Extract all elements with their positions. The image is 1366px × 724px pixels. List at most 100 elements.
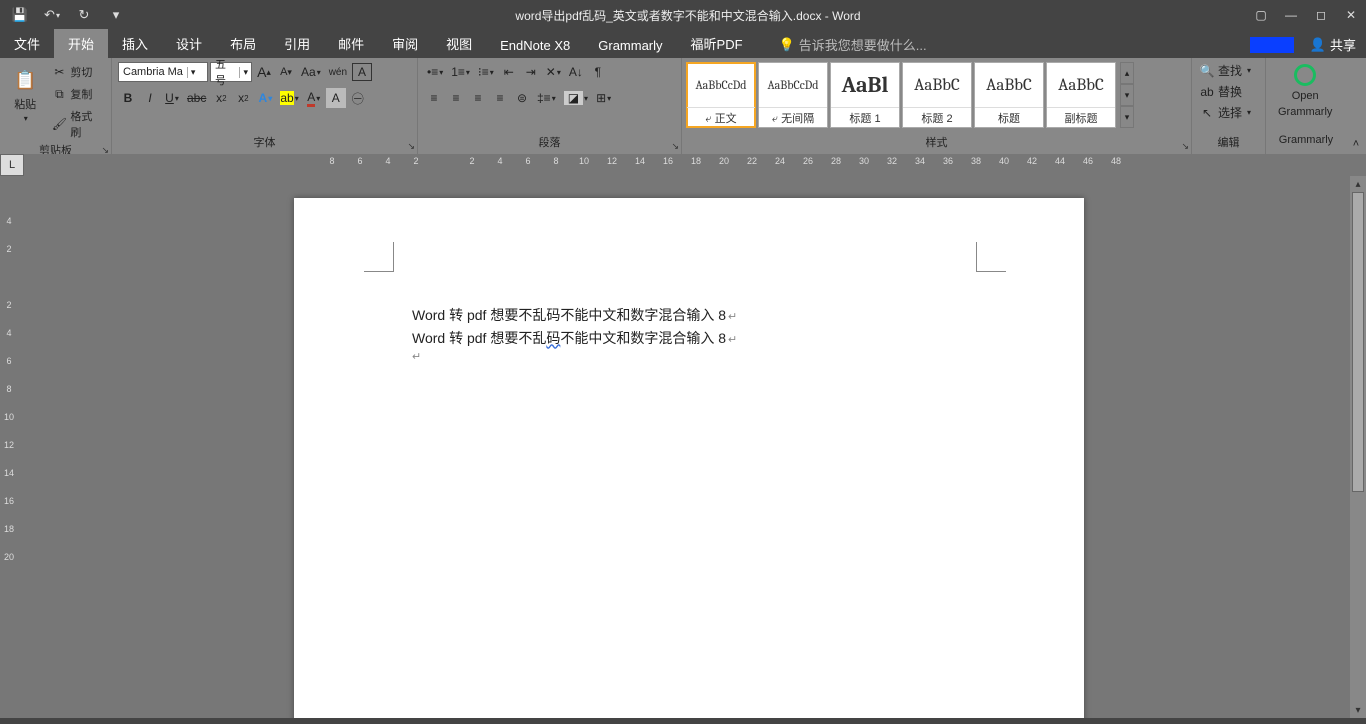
scroll-track[interactable]	[1350, 192, 1366, 702]
minimize-button[interactable]: —	[1276, 1, 1306, 29]
paragraph-1[interactable]: Word 转 pdf 想要不乱码不能中文和数字混合输入 8	[412, 304, 972, 327]
show-marks-button[interactable]: ¶	[588, 62, 608, 82]
borders-button[interactable]: ⊞▾	[593, 88, 614, 108]
text-effects-button[interactable]: A▾	[255, 88, 275, 108]
scroll-up-button[interactable]: ▴	[1350, 176, 1366, 192]
bullets-button[interactable]: •≡▾	[424, 62, 446, 82]
qat-customize[interactable]: ▾	[102, 1, 130, 29]
font-size-combo[interactable]: 五号▾	[210, 62, 252, 82]
ribbon-display-button[interactable]: ▢	[1246, 1, 1276, 29]
underline-button[interactable]: U▾	[162, 88, 182, 108]
shading-button[interactable]: ◪▾	[561, 88, 591, 108]
style-item-3[interactable]: AaBbC标题 2	[902, 62, 972, 128]
share-button[interactable]: 👤 共享	[1300, 31, 1366, 58]
tab-home[interactable]: 开始	[54, 29, 108, 58]
style-item-4[interactable]: AaBbC标题	[974, 62, 1044, 128]
find-label: 查找	[1218, 62, 1242, 79]
asian-layout-button[interactable]: ✕▾	[543, 62, 564, 82]
format-painter-button[interactable]: 🖌格式刷	[48, 106, 105, 142]
align-center-button[interactable]: ≡	[446, 88, 466, 108]
gallery-scroll-btn[interactable]: ▴	[1120, 62, 1134, 84]
chevron-down-icon[interactable]: ▾	[187, 67, 199, 78]
phonetic-guide-button[interactable]: wén	[326, 62, 350, 82]
tab-layout[interactable]: 布局	[216, 29, 270, 58]
paste-button[interactable]: 📋 粘贴 ▾	[6, 62, 44, 132]
tab-foxit[interactable]: 福昕PDF	[677, 29, 757, 58]
subscript-button[interactable]: x2	[211, 88, 231, 108]
copy-button[interactable]: ⧉复制	[48, 84, 105, 104]
vertical-ruler[interactable]: 422468101214161820	[0, 176, 24, 718]
font-name-value: Cambria Ma	[119, 66, 187, 78]
style-item-1[interactable]: AaBbCcDd⤶ 无间隔	[758, 62, 828, 128]
find-button[interactable]: 🔍查找▾	[1200, 62, 1251, 79]
paragraph-2[interactable]: Word 转 pdf 想要不乱码不能中文和数字混合输入 8	[412, 327, 972, 350]
tab-view[interactable]: 视图	[432, 29, 486, 58]
align-right-button[interactable]: ≡	[468, 88, 488, 108]
justify-button[interactable]: ≡	[490, 88, 510, 108]
paragraph-launcher[interactable]: ↘	[671, 141, 679, 152]
vertical-scrollbar[interactable]: ▴ ▾	[1350, 176, 1366, 718]
tab-references[interactable]: 引用	[270, 29, 324, 58]
superscript-button[interactable]: x2	[233, 88, 253, 108]
tab-mailings[interactable]: 邮件	[324, 29, 378, 58]
distribute-button[interactable]: ⊜	[512, 88, 532, 108]
redo-button[interactable]: ↻	[70, 1, 98, 29]
cut-button[interactable]: ✂剪切	[48, 62, 105, 82]
maximize-button[interactable]: ◻	[1306, 1, 1336, 29]
italic-button[interactable]: I	[140, 88, 160, 108]
open-grammarly-button[interactable]: Open Grammarly	[1266, 58, 1344, 124]
change-case-button[interactable]: Aa▾	[298, 62, 324, 82]
bold-button[interactable]: B	[118, 88, 138, 108]
chevron-down-icon[interactable]: ▾	[239, 67, 251, 78]
brush-icon: 🖌	[52, 117, 66, 131]
style-item-0[interactable]: AaBbCcDd⤶ 正文	[686, 62, 756, 128]
increase-indent-button[interactable]: ⇥	[521, 62, 541, 82]
group-styles-label: 样式	[926, 137, 948, 149]
collapse-ribbon-button[interactable]: ˄	[1346, 58, 1366, 154]
style-item-5[interactable]: AaBbC副标题	[1046, 62, 1116, 128]
tab-design[interactable]: 设计	[162, 29, 216, 58]
tab-file[interactable]: 文件	[0, 29, 54, 58]
gallery-scroll-btn[interactable]: ▾	[1120, 84, 1134, 106]
align-left-button[interactable]: ≡	[424, 88, 444, 108]
styles-launcher[interactable]: ↘	[1181, 141, 1189, 152]
gallery-more-button[interactable]: ▾	[1120, 106, 1134, 128]
tab-insert[interactable]: 插入	[108, 29, 162, 58]
font-launcher[interactable]: ↘	[407, 141, 415, 152]
highlight-button[interactable]: ab▾	[277, 88, 301, 108]
style-item-2[interactable]: AaBl标题 1	[830, 62, 900, 128]
shrink-font-button[interactable]: A▾	[276, 62, 296, 82]
scroll-thumb[interactable]	[1352, 192, 1364, 492]
numbering-button[interactable]: 1≡▾	[448, 62, 473, 82]
group-font-label: 字体	[254, 137, 276, 149]
user-account[interactable]	[1250, 37, 1294, 53]
select-button[interactable]: ↖选择▾	[1200, 104, 1251, 121]
line-spacing-button[interactable]: ‡≡▾	[534, 88, 559, 108]
decrease-indent-button[interactable]: ⇤	[499, 62, 519, 82]
enclose-char-button[interactable]: ㊀	[348, 88, 368, 108]
grow-font-button[interactable]: A▴	[254, 62, 274, 82]
page[interactable]: Word 转 pdf 想要不乱码不能中文和数字混合输入 8 Word 转 pdf…	[294, 198, 1084, 718]
close-button[interactable]: ✕	[1336, 1, 1366, 29]
document-body[interactable]: Word 转 pdf 想要不乱码不能中文和数字混合输入 8 Word 转 pdf…	[412, 304, 972, 367]
replace-label: 替换	[1218, 83, 1242, 100]
tab-endnote[interactable]: EndNote X8	[486, 33, 584, 58]
font-name-combo[interactable]: Cambria Ma▾	[118, 62, 208, 82]
save-button[interactable]: 💾	[6, 1, 34, 29]
tab-review[interactable]: 审阅	[378, 29, 432, 58]
horizontal-ruler[interactable]: 8642246810121416182022242628303234363840…	[24, 154, 1366, 176]
multilevel-button[interactable]: ⁝≡▾	[475, 62, 497, 82]
sort-button[interactable]: A↓	[566, 62, 586, 82]
margin-corner-tr	[976, 242, 1006, 272]
ribbon: 📋 粘贴 ▾ ✂剪切 ⧉复制 🖌格式刷 剪贴板↘ Cambria Ma▾ 五号▾…	[0, 58, 1366, 154]
replace-button[interactable]: ab替换	[1200, 83, 1251, 100]
scroll-down-button[interactable]: ▾	[1350, 702, 1366, 718]
tell-me-box[interactable]: 💡 告诉我您想要做什么...	[769, 31, 937, 58]
document-canvas[interactable]: Word 转 pdf 想要不乱码不能中文和数字混合输入 8 Word 转 pdf…	[24, 176, 1350, 718]
char-shading-button[interactable]: A	[326, 88, 346, 108]
undo-button[interactable]: ↶▾	[38, 1, 66, 29]
tab-grammarly[interactable]: Grammarly	[584, 33, 676, 58]
strike-button[interactable]: abc	[184, 88, 209, 108]
char-border-button[interactable]: A	[352, 63, 372, 81]
font-color-button[interactable]: A▾	[304, 88, 324, 108]
